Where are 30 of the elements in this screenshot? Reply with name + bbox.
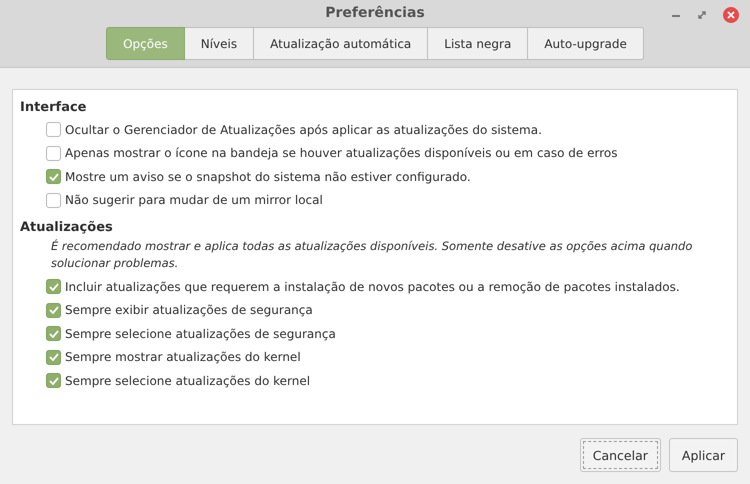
close-icon[interactable] — [722, 6, 740, 24]
option-label: Apenas mostrar o ícone na bandeja se houver atualizações disponíveis ou em caso de erros — [65, 146, 618, 160]
section-heading: Interface — [20, 100, 88, 115]
option-label: Sempre mostrar atualizações do kernel — [65, 350, 301, 364]
option-label: Sempre selecione atualizações do kernel — [65, 374, 310, 388]
tab[interactable]: Níveis — [184, 27, 254, 60]
checkbox[interactable] — [46, 373, 61, 388]
option-label: Não sugerir para mudar de um mirror local — [65, 193, 323, 208]
option-label: Sempre selecione atualizações de segurança — [65, 326, 336, 341]
option-label: Mostre um aviso se o snapshot do sistema não estiver configurado. — [65, 170, 471, 184]
checkbox[interactable] — [46, 169, 61, 184]
checkbox[interactable] — [46, 326, 61, 342]
option-label: Sempre exibir atualizações de segurança — [65, 303, 313, 318]
window-title: Preferências — [325, 5, 425, 21]
dialog-button[interactable]: Aplicar — [668, 438, 738, 472]
option-label: Ocultar o Gerenciador de Atualizações após aplicar as atualizações do sistema. — [65, 122, 542, 137]
note-text: É recomendado mostrar e aplica todas as atualizações disponíveis. Somente desative as opções acima quando solucionar problemas. — [50, 238, 694, 272]
maximize-icon[interactable] — [696, 9, 708, 21]
checkbox[interactable] — [46, 192, 61, 208]
checkbox[interactable] — [46, 279, 61, 294]
tab[interactable]: Auto-upgrade — [528, 27, 644, 60]
checkbox[interactable] — [46, 350, 61, 365]
tab[interactable]: Atualização automática — [254, 27, 428, 60]
checkbox[interactable] — [46, 146, 61, 161]
checkbox[interactable] — [46, 302, 61, 318]
tab[interactable]: Lista negra — [428, 27, 528, 60]
dialog-button[interactable]: Cancelar — [580, 438, 661, 472]
checkbox[interactable] — [46, 122, 61, 138]
section-heading: Atualizações — [20, 220, 114, 235]
option-label: Incluir atualizações que requerem a instalação de novos pacotes ou a remoção de pacotes instalados. — [65, 280, 680, 294]
